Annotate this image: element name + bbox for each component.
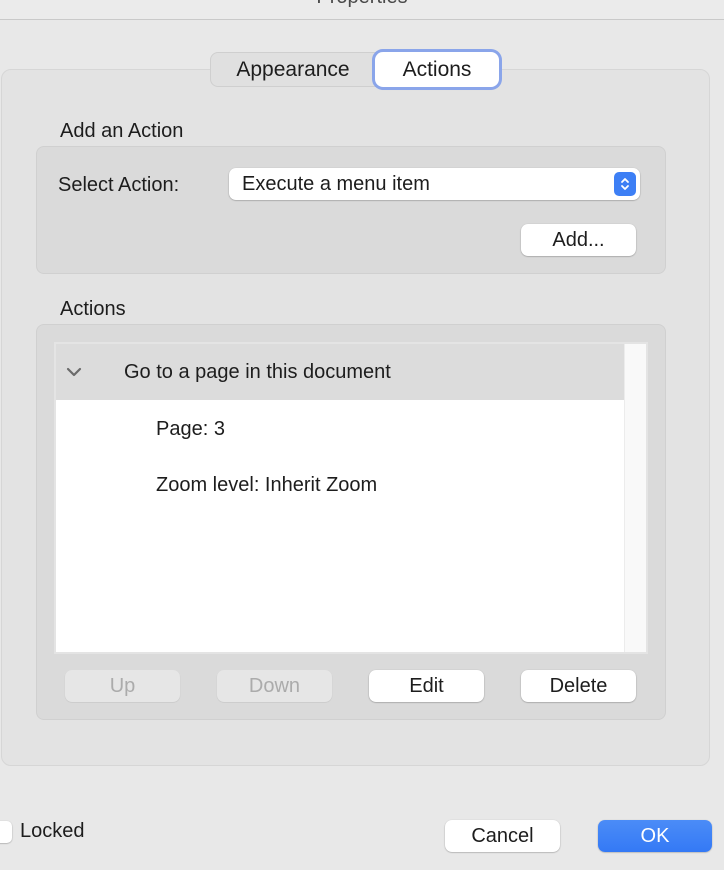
select-action-label: Select Action: [58, 174, 180, 196]
actions-section-label: Actions [60, 298, 126, 320]
edit-button[interactable]: Edit [369, 670, 484, 702]
up-button[interactable]: Up [65, 670, 180, 702]
locked-label[interactable]: Locked [20, 820, 85, 843]
cancel-button[interactable]: Cancel [445, 820, 560, 852]
action-item-title: Go to a page in this document [124, 361, 391, 383]
action-detail-zoom: Zoom level: Inherit Zoom [156, 474, 378, 496]
popup-stepper-icon [614, 172, 636, 196]
locked-checkbox[interactable] [0, 820, 12, 843]
actions-list: Go to a page in this document Page: 3 Zo… [54, 342, 648, 654]
select-action-dropdown[interactable]: Execute a menu item [229, 168, 640, 200]
window-title: Properties [0, 0, 724, 9]
add-button[interactable]: Add... [521, 224, 636, 256]
down-button[interactable]: Down [217, 670, 332, 702]
add-action-section-label: Add an Action [60, 120, 184, 142]
title-bar: Properties [0, 0, 724, 20]
action-item[interactable]: Go to a page in this document [56, 344, 626, 400]
locked-checkbox-row: Locked [0, 820, 85, 843]
tab-actions[interactable]: Actions [375, 52, 499, 87]
chevron-down-icon[interactable] [64, 364, 84, 380]
action-detail-page: Page: 3 [156, 418, 225, 440]
tab-bar: Appearance Actions [210, 52, 499, 87]
ok-button[interactable]: OK [598, 820, 712, 852]
select-action-value: Execute a menu item [242, 172, 430, 195]
tab-appearance[interactable]: Appearance [211, 53, 375, 86]
delete-button[interactable]: Delete [521, 670, 636, 702]
list-scrollbar[interactable] [624, 344, 646, 652]
